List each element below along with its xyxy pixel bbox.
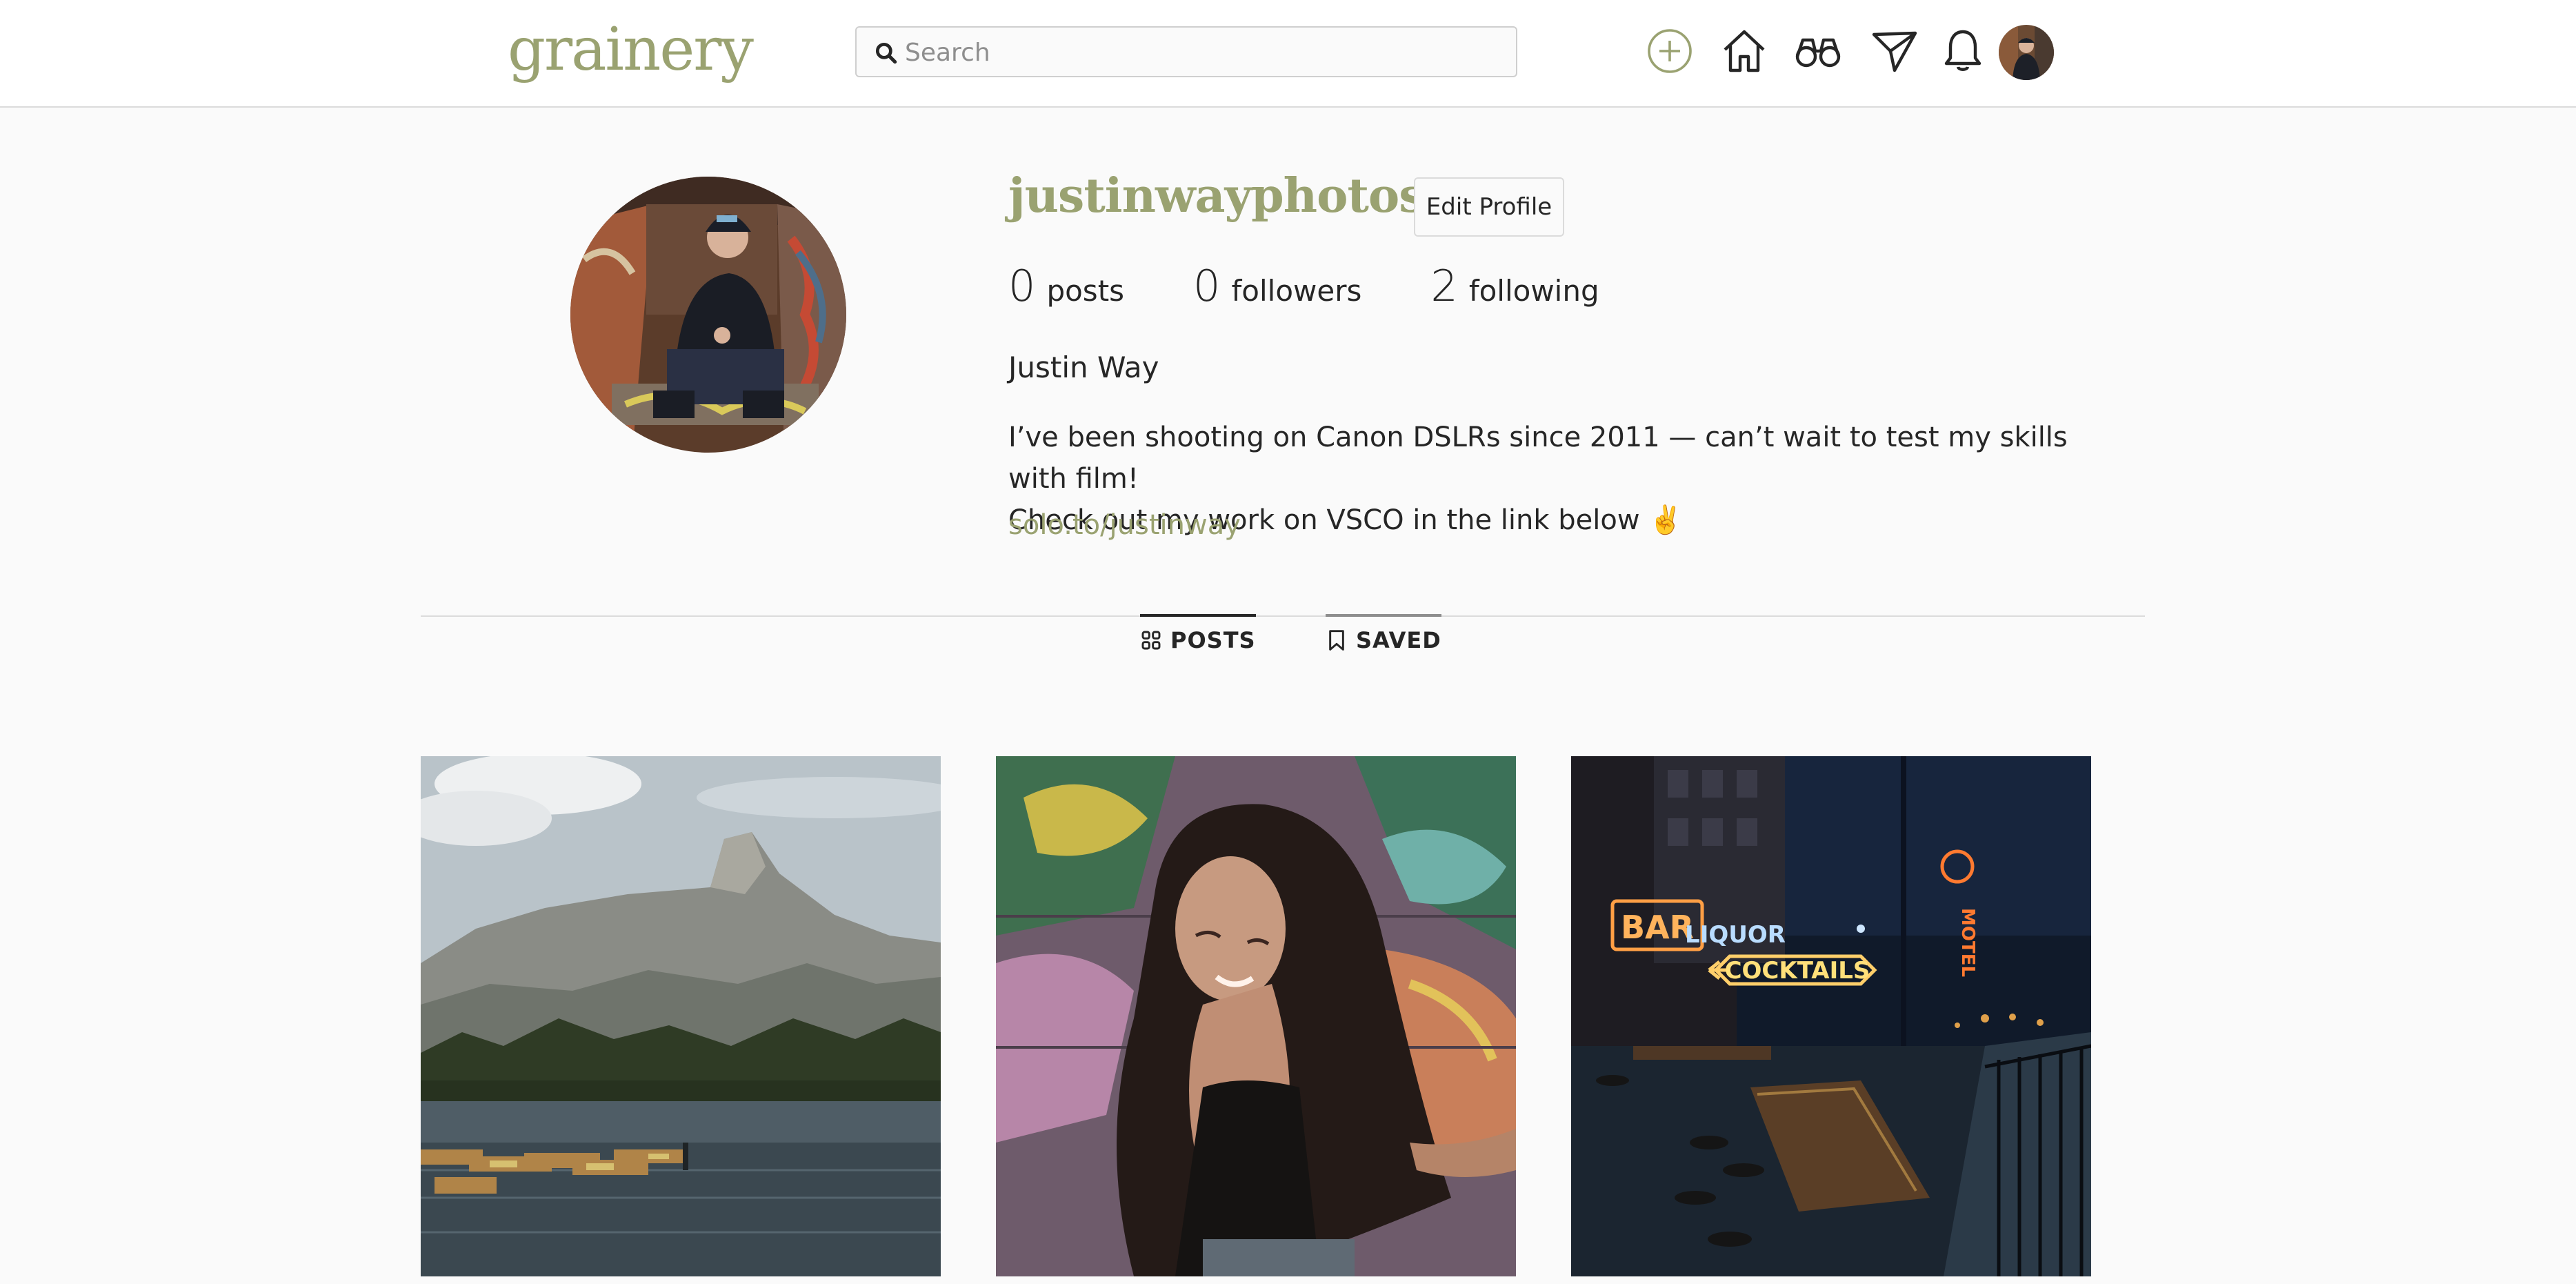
followers-count: 0 bbox=[1193, 261, 1221, 311]
bio-line-1: I’ve been shooting on Canon DSLRs since … bbox=[1008, 422, 2068, 495]
search-input[interactable] bbox=[905, 32, 1505, 73]
post-image-neon-bar: BAR LIQUOR COCKTAILS MOTEL bbox=[1571, 756, 2091, 1276]
following-label: following bbox=[1468, 274, 1599, 308]
tab-saved-label: SAVED bbox=[1356, 627, 1441, 653]
profile-link[interactable]: solo.to/justinway bbox=[1008, 509, 1241, 541]
nav-avatar[interactable] bbox=[1999, 25, 2054, 80]
search-box[interactable] bbox=[855, 26, 1517, 77]
profile-stats: 0 posts 0 followers 2 following bbox=[1008, 261, 1668, 311]
post-thumbnail[interactable] bbox=[996, 756, 1516, 1276]
posts-label: posts bbox=[1046, 274, 1125, 308]
neon-bar-sign: BAR bbox=[1621, 909, 1694, 946]
app-logo[interactable]: grainery bbox=[508, 15, 754, 84]
posts-count: 0 bbox=[1008, 261, 1036, 311]
followers-label: followers bbox=[1231, 274, 1362, 308]
home-icon[interactable] bbox=[1719, 26, 1769, 76]
post-image-woman-graffiti bbox=[996, 756, 1516, 1276]
neon-motel-sign: MOTEL bbox=[1957, 908, 1978, 977]
post-thumbnail[interactable]: BAR LIQUOR COCKTAILS MOTEL bbox=[1571, 756, 2091, 1276]
posts-stat: 0 posts bbox=[1008, 261, 1124, 311]
tab-saved[interactable]: SAVED bbox=[1326, 614, 1441, 665]
grid-icon bbox=[1141, 631, 1161, 650]
tab-posts-indicator bbox=[1140, 614, 1256, 617]
search-icon bbox=[875, 42, 897, 64]
paper-plane-icon[interactable] bbox=[1870, 26, 1919, 76]
tab-posts-label: POSTS bbox=[1170, 627, 1256, 653]
bell-icon[interactable] bbox=[1938, 26, 1988, 76]
post-image-mountain-lake bbox=[421, 756, 941, 1276]
binoculars-icon[interactable] bbox=[1793, 26, 1843, 76]
tabs-divider bbox=[421, 615, 2145, 617]
profile-username: justinwayphotos bbox=[1008, 168, 1426, 224]
neon-liquor-sign: LIQUOR bbox=[1685, 921, 1786, 949]
followers-stat[interactable]: 0 followers bbox=[1193, 261, 1361, 311]
profile-full-name: Justin Way bbox=[1008, 350, 1159, 384]
profile-avatar[interactable] bbox=[570, 177, 846, 453]
tab-posts[interactable]: POSTS bbox=[1140, 614, 1256, 665]
top-navbar: grainery bbox=[0, 0, 2576, 108]
following-stat[interactable]: 2 following bbox=[1430, 261, 1599, 311]
bookmark-icon bbox=[1329, 630, 1344, 651]
tab-saved-indicator bbox=[1326, 614, 1441, 617]
following-count: 2 bbox=[1430, 261, 1458, 311]
plus-circle-icon[interactable] bbox=[1645, 26, 1695, 76]
edit-profile-button[interactable]: Edit Profile bbox=[1414, 177, 1564, 237]
post-thumbnail[interactable] bbox=[421, 756, 941, 1276]
neon-cocktails-sign: COCKTAILS bbox=[1725, 957, 1870, 985]
